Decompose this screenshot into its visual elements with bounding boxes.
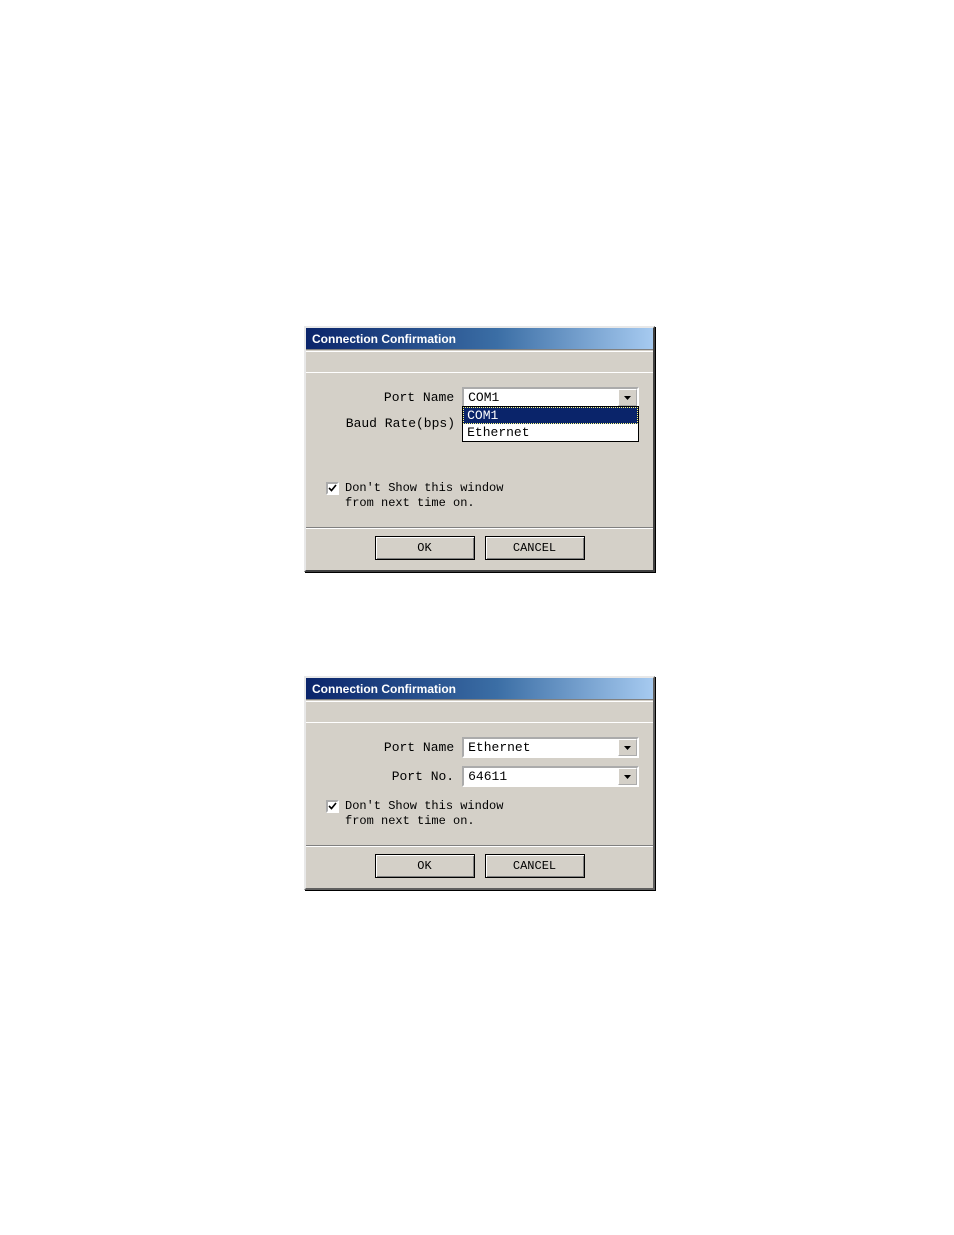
chevron-down-icon xyxy=(624,396,631,400)
dropdown-option-com1[interactable]: COM1 xyxy=(463,407,638,424)
port-no-label: Port No. xyxy=(320,769,462,784)
port-name-combobox[interactable]: COM1 COM1 Ethernet xyxy=(462,387,639,408)
dont-show-checkbox[interactable] xyxy=(326,800,339,813)
dialog-title: Connection Confirmation xyxy=(306,328,653,349)
cancel-button[interactable]: CANCEL xyxy=(485,854,585,878)
port-name-label: Port Name xyxy=(320,390,462,405)
dropdown-button[interactable] xyxy=(618,768,637,785)
dialog-button-row: OK CANCEL xyxy=(306,845,653,888)
baud-rate-label: Baud Rate(bps) xyxy=(320,416,463,431)
port-no-combobox[interactable]: 64611 xyxy=(462,766,639,787)
connection-confirmation-dialog-2: Connection Confirmation Port Name Ethern… xyxy=(304,676,655,890)
checkmark-icon xyxy=(328,802,337,811)
dont-show-label: Don't Show this window from next time on… xyxy=(345,481,503,511)
port-name-combobox[interactable]: Ethernet xyxy=(462,737,639,758)
dont-show-checkbox[interactable] xyxy=(326,482,339,495)
chevron-down-icon xyxy=(624,775,631,779)
port-name-value: COM1 xyxy=(464,389,618,406)
port-name-dropdown-list[interactable]: COM1 Ethernet xyxy=(462,406,639,442)
port-name-label: Port Name xyxy=(320,740,462,755)
dropdown-option-ethernet[interactable]: Ethernet xyxy=(463,424,638,441)
ok-button[interactable]: OK xyxy=(375,536,475,560)
connection-confirmation-dialog-1: Connection Confirmation Port Name COM1 C… xyxy=(304,326,655,572)
checkmark-icon xyxy=(328,484,337,493)
dropdown-button[interactable] xyxy=(618,389,637,406)
dont-show-label: Don't Show this window from next time on… xyxy=(345,799,503,829)
toolbar-spacer xyxy=(306,699,653,723)
cancel-button[interactable]: CANCEL xyxy=(485,536,585,560)
dialog-title: Connection Confirmation xyxy=(306,678,653,699)
chevron-down-icon xyxy=(624,746,631,750)
port-no-value: 64611 xyxy=(464,768,618,785)
port-name-value: Ethernet xyxy=(464,739,618,756)
toolbar-spacer xyxy=(306,349,653,373)
dialog-button-row: OK CANCEL xyxy=(306,527,653,570)
ok-button[interactable]: OK xyxy=(375,854,475,878)
dropdown-button[interactable] xyxy=(618,739,637,756)
